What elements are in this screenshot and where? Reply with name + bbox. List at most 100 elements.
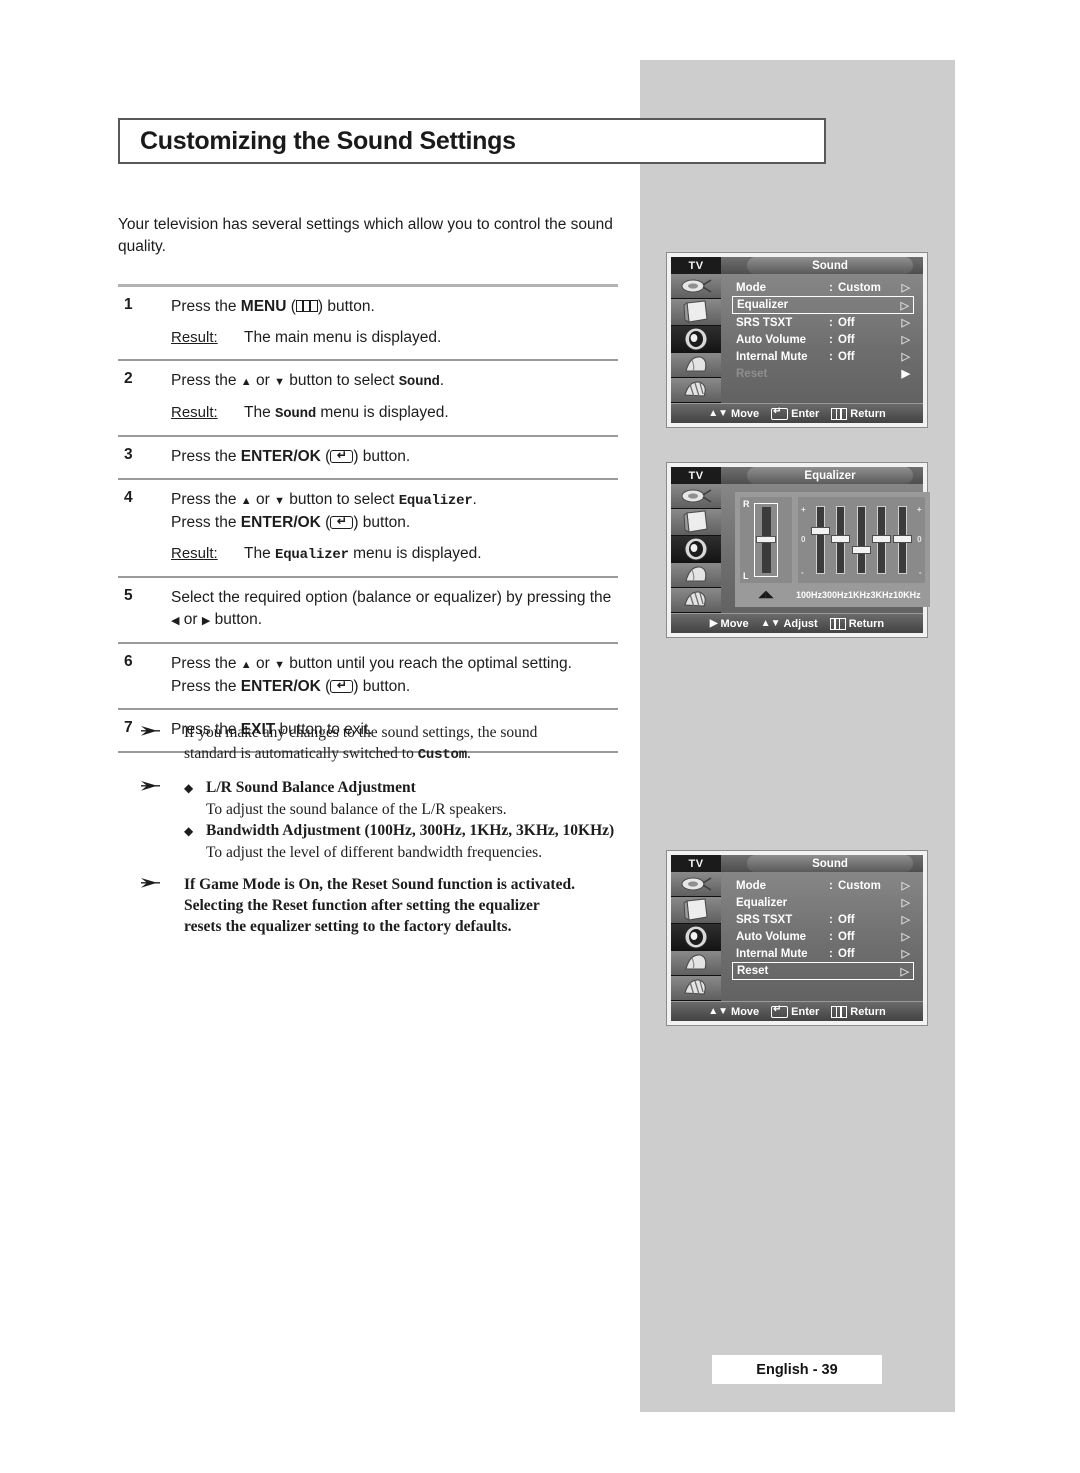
- notes-section: If you make any changes to the sound set…: [140, 722, 640, 948]
- sound-icon[interactable]: [671, 924, 721, 951]
- osd-equalizer-menu: TV Equalizer R L + 0 - + 0 - ◢◣ 100Hz 30…: [666, 462, 930, 638]
- row-label: Auto Volume: [736, 930, 807, 943]
- step-text: (: [320, 678, 331, 695]
- osd-row-internal-mute[interactable]: Internal Mute : Off ▷: [732, 348, 914, 365]
- step-text: or: [251, 372, 275, 389]
- down-arrow-icon: [274, 655, 285, 672]
- step-text: (: [320, 514, 331, 531]
- balance-knob[interactable]: [756, 536, 776, 543]
- freq-label: 3KHz: [870, 589, 894, 600]
- balance-left-label: L: [743, 571, 749, 581]
- bullet-subtext: To adjust the sound balance of the L/R s…: [206, 801, 507, 818]
- row-label: Reset: [737, 965, 769, 977]
- osd-rows: Mode : Custom ▷ Equalizer ▷ SRS TSXT : O…: [721, 274, 923, 403]
- picture-icon[interactable]: [671, 299, 721, 326]
- osd-row-equalizer[interactable]: Equalizer ▷: [732, 296, 914, 314]
- hint-move: ▲▼ Move: [708, 1006, 759, 1018]
- step-text: ) button.: [353, 678, 411, 695]
- eq-band-1khz[interactable]: [851, 506, 871, 574]
- antenna-icon[interactable]: [671, 872, 721, 897]
- note-3: If Game Mode is On, the Reset Sound func…: [140, 874, 640, 937]
- step-5: 5 Select the required option (balance or…: [118, 578, 618, 642]
- hint-label: Return: [848, 617, 885, 630]
- bullet-item-2: ◆ Bandwidth Adjustment (100Hz, 300Hz, 1K…: [184, 820, 640, 842]
- osd-titlebar: Sound: [721, 257, 923, 274]
- hint-label: Enter: [791, 1005, 820, 1018]
- osd-row-mode[interactable]: Mode : Custom ▷: [732, 279, 914, 296]
- up-arrow-icon: [241, 491, 252, 508]
- scale-zero-left-label: 0: [801, 534, 806, 544]
- eq-knob[interactable]: [892, 535, 912, 543]
- feature-icon[interactable]: [671, 951, 721, 976]
- sound-icon[interactable]: [671, 326, 721, 353]
- chevron-right-icon: ▷: [901, 914, 910, 926]
- row-value: Off: [838, 947, 855, 960]
- row-label: Auto Volume: [736, 333, 807, 346]
- setup-icon[interactable]: [671, 378, 721, 403]
- feature-icon[interactable]: [671, 353, 721, 378]
- osd-row-mode[interactable]: Mode : Custom ▷: [732, 877, 914, 894]
- hint-label: Move: [731, 1005, 760, 1018]
- step-text: Press the: [171, 372, 241, 389]
- setup-icon[interactable]: [671, 588, 721, 613]
- eq-knob[interactable]: [872, 535, 892, 543]
- antenna-icon[interactable]: [671, 274, 721, 299]
- osd-row-equalizer[interactable]: Equalizer ▷: [732, 894, 914, 911]
- note-text: .: [466, 745, 471, 762]
- row-colon: :: [829, 333, 833, 346]
- chevron-right-icon: ▷: [901, 334, 910, 346]
- equalizer-menu-name: Equalizer: [398, 493, 473, 509]
- osd-row-auto-volume[interactable]: Auto Volume : Off ▷: [732, 928, 914, 945]
- hint-label: Move: [731, 407, 760, 420]
- step-text: or: [251, 655, 275, 672]
- result-text: The: [244, 404, 276, 421]
- eq-band-10khz[interactable]: [892, 506, 912, 574]
- sound-icon[interactable]: [671, 536, 721, 563]
- hint-label: Return: [850, 1005, 886, 1018]
- note-text: Selecting the Reset function after setti…: [184, 897, 540, 914]
- up-down-arrow-icon: ▲▼: [708, 407, 729, 419]
- scale-plus-label: +: [916, 505, 922, 514]
- eq-knob[interactable]: [831, 535, 851, 543]
- sound-menu-name: Sound: [398, 374, 440, 390]
- menu-button-label: MENU: [240, 298, 287, 315]
- hint-label: Return: [850, 407, 886, 420]
- eq-band-3khz[interactable]: [872, 506, 892, 574]
- osd-row-reset[interactable]: Reset ▷: [732, 962, 914, 980]
- row-value: Off: [838, 930, 855, 943]
- osd-row-auto-volume[interactable]: Auto Volume : Off ▷: [732, 331, 914, 348]
- chevron-right-icon: ▷: [901, 351, 910, 363]
- step-text: Press the: [171, 298, 241, 315]
- picture-icon[interactable]: [671, 897, 721, 924]
- osd-title: Sound: [747, 855, 913, 872]
- diamond-bullet-icon: ◆: [184, 824, 194, 838]
- eq-knob[interactable]: [851, 546, 871, 555]
- hint-enter: Enter: [771, 406, 819, 420]
- row-label: Equalizer: [736, 896, 788, 909]
- eq-band-100hz[interactable]: [810, 506, 830, 574]
- step-text: (: [320, 448, 331, 465]
- antenna-icon[interactable]: [671, 484, 721, 509]
- note-text: resets the equalizer setting to the fact…: [184, 918, 512, 935]
- note-arrow-icon: [140, 874, 184, 937]
- note-1: If you make any changes to the sound set…: [140, 722, 640, 766]
- row-colon: :: [829, 350, 833, 363]
- setup-icon[interactable]: [671, 976, 721, 1001]
- eq-band-300hz[interactable]: [831, 506, 851, 574]
- osd-row-srs-tsxt[interactable]: SRS TSXT : Off ▷: [732, 314, 914, 331]
- freq-label: 300Hz: [822, 589, 849, 600]
- eq-knob[interactable]: [810, 526, 830, 535]
- step-text: ) button.: [353, 514, 411, 531]
- osd-sidebar: [671, 872, 721, 1001]
- bullet-item-1: ◆ L/R Sound Balance Adjustment: [184, 777, 640, 799]
- picture-icon[interactable]: [671, 509, 721, 536]
- osd-row-srs-tsxt[interactable]: SRS TSXT : Off ▷: [732, 911, 914, 928]
- balance-slider[interactable]: R L: [740, 497, 792, 583]
- up-arrow-icon: [241, 372, 252, 389]
- chevron-right-icon: ▷: [901, 317, 910, 329]
- row-label: SRS TSXT: [736, 316, 793, 329]
- row-label: Equalizer: [737, 299, 789, 311]
- osd-row-internal-mute[interactable]: Internal Mute : Off ▷: [732, 945, 914, 962]
- feature-icon[interactable]: [671, 563, 721, 588]
- osd-tv-label: TV: [671, 855, 721, 872]
